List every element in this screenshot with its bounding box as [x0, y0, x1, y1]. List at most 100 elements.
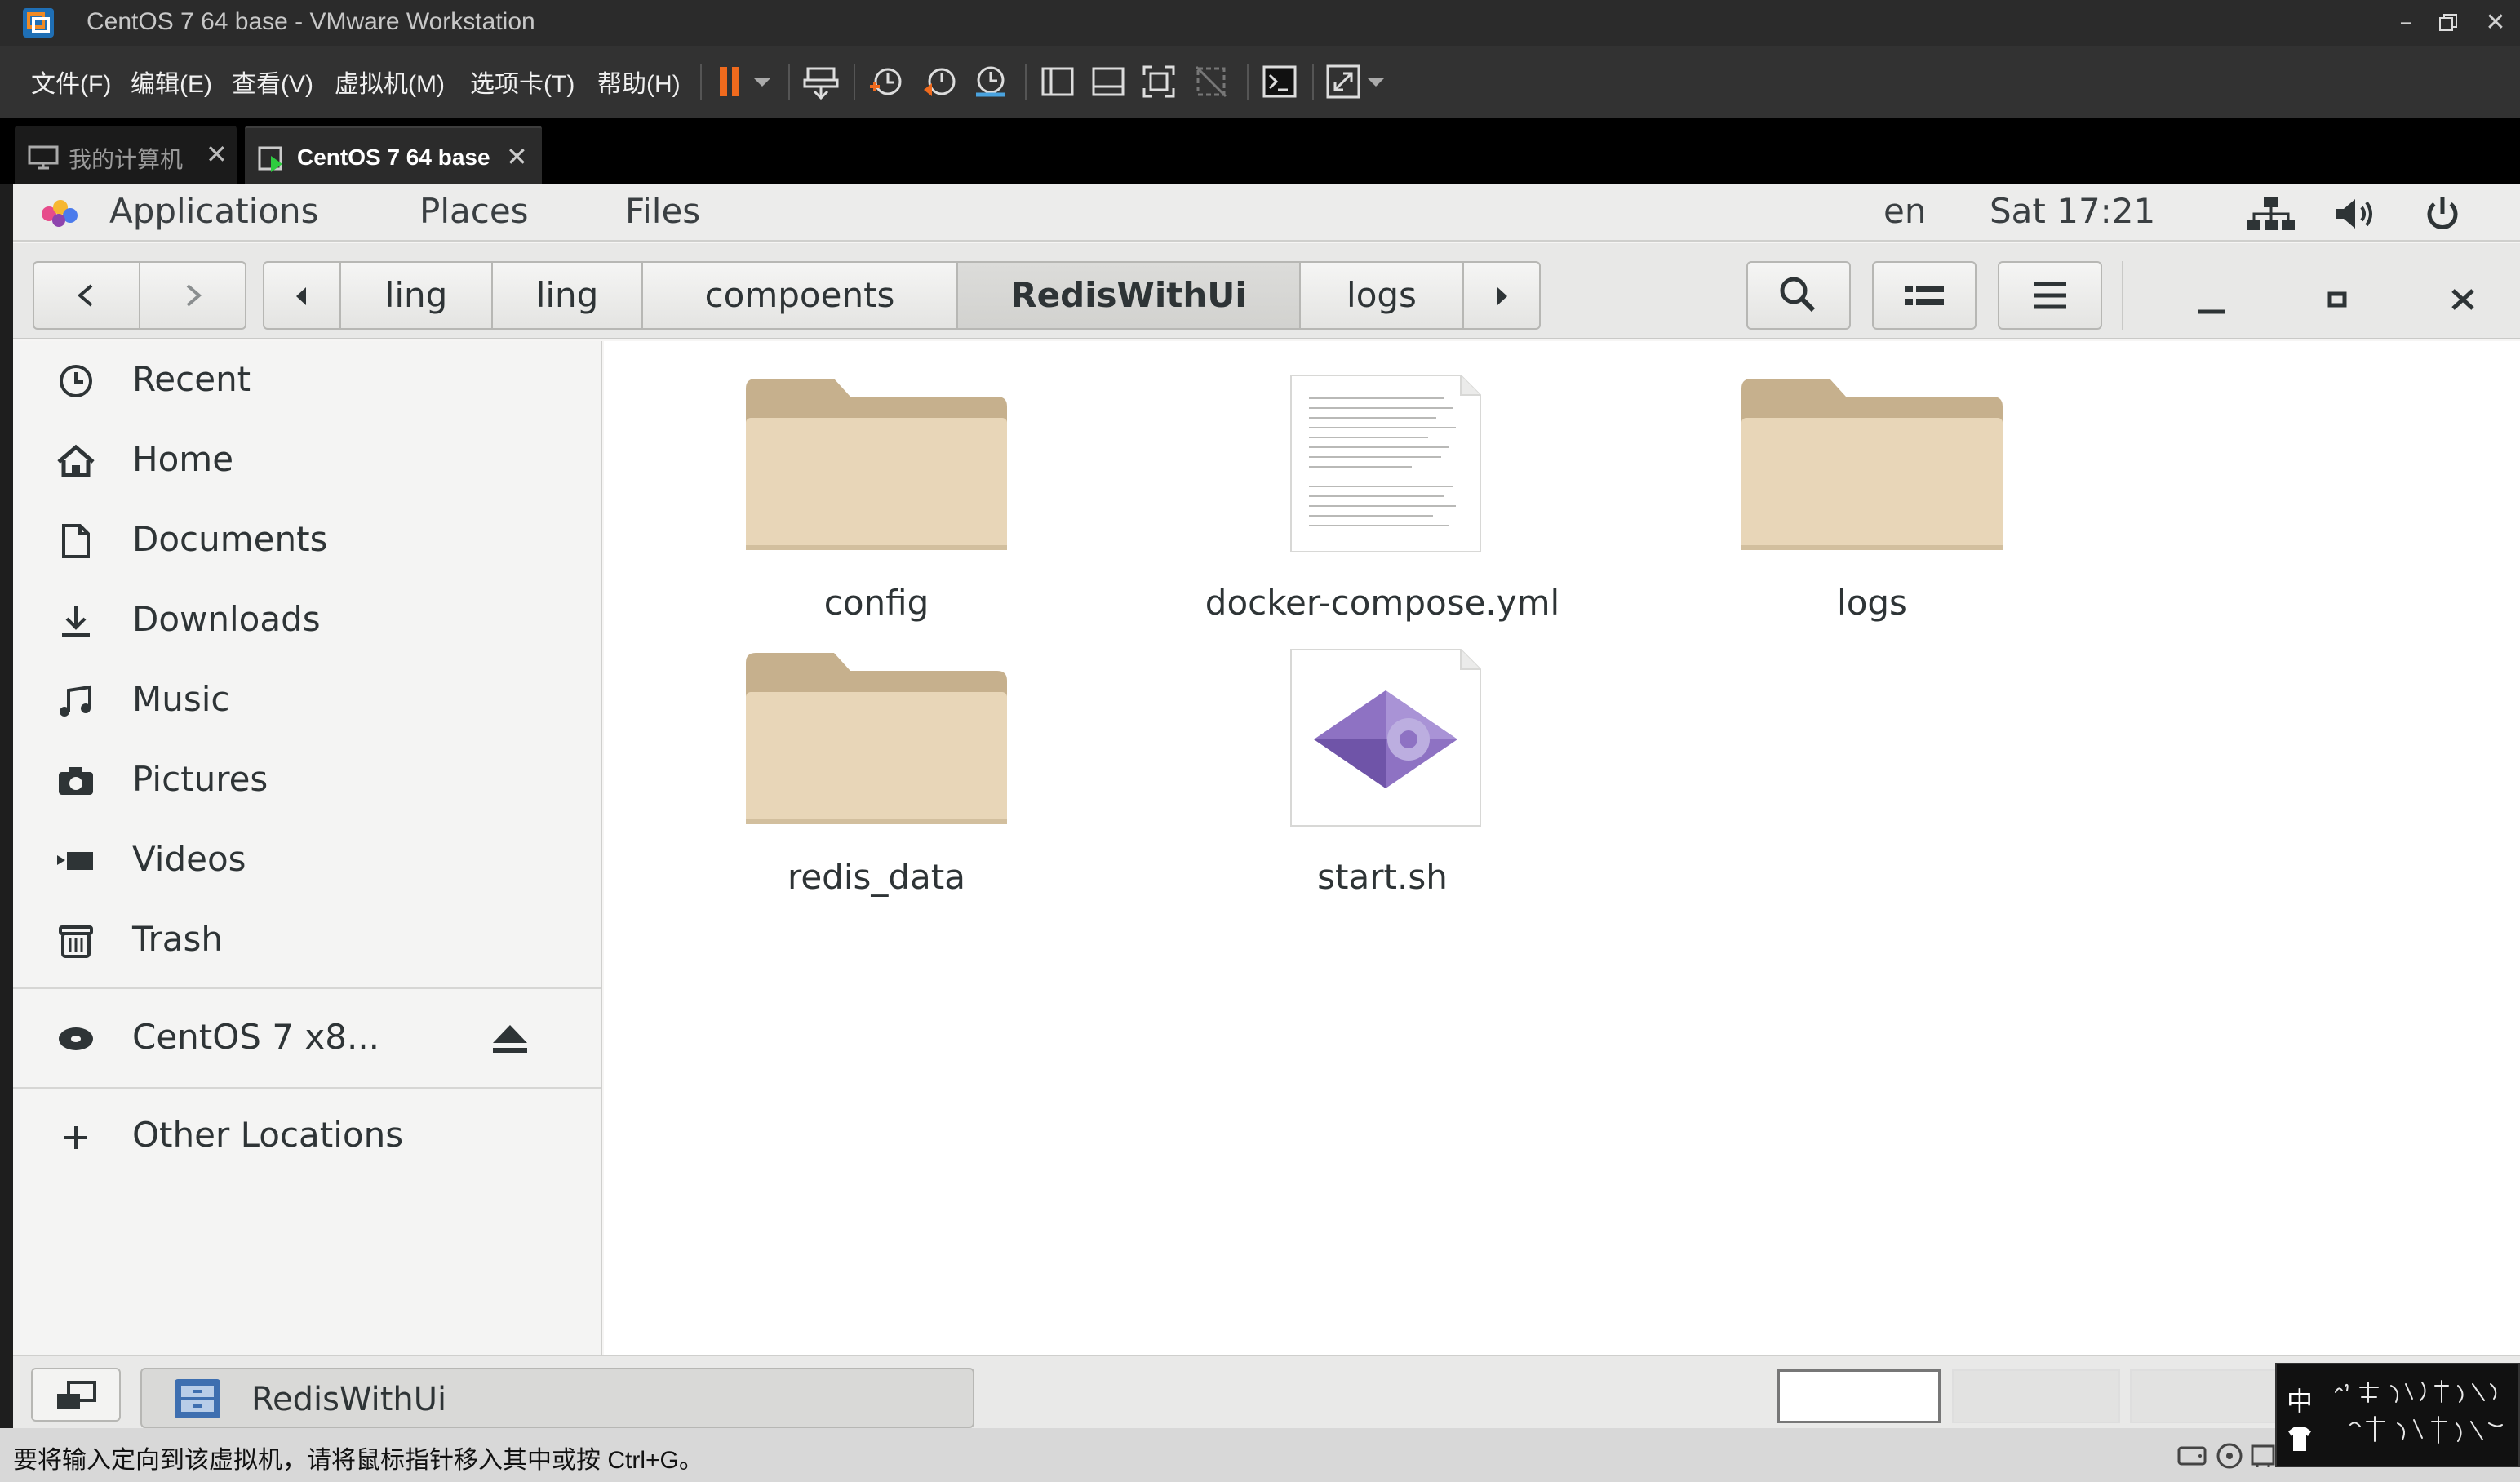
revert-snapshot-icon[interactable]	[921, 62, 960, 101]
eject-icon[interactable]	[490, 1020, 530, 1058]
snapshot-manager-icon[interactable]	[971, 62, 1010, 101]
folder-icon	[1741, 379, 2003, 550]
file-item-redis-data[interactable]: redis_data	[705, 648, 1048, 909]
sidebar-item-other-locations[interactable]: Other Locations	[13, 1097, 601, 1175]
sidebar-item-videos[interactable]: Videos	[13, 821, 601, 899]
files-sidebar: Recent Home Documents Downloads Music Pi…	[13, 341, 602, 1355]
guest-display[interactable]: Applications Places Files en Sat 17:21 l…	[13, 184, 2520, 1428]
applications-menu[interactable]: Applications	[109, 191, 319, 231]
close-tab-icon[interactable]: ✕	[206, 139, 228, 170]
workspace-3[interactable]	[2130, 1369, 2285, 1423]
file-item-logs[interactable]: logs	[1701, 374, 2043, 635]
folder-icon	[746, 379, 1007, 550]
view-toggle-button[interactable]	[1872, 261, 1977, 330]
forward-button[interactable]	[139, 261, 246, 330]
ime-shirt-icon[interactable]	[2285, 1425, 2314, 1453]
power-icon[interactable]	[2422, 194, 2463, 233]
menu-help[interactable]: 帮助(H)	[597, 64, 681, 100]
tab-centos[interactable]: CentOS 7 64 base ✕	[245, 126, 542, 187]
path-segment-ling[interactable]: ling	[339, 261, 493, 330]
sidebar-item-downloads[interactable]: Downloads	[13, 581, 601, 659]
close-window-icon[interactable]: ✕	[2478, 7, 2513, 39]
menu-tabs[interactable]: 选项卡(T)	[470, 64, 575, 100]
file-item-config[interactable]: config	[705, 374, 1048, 635]
ime-status-widget[interactable]: 中	[2275, 1363, 2520, 1467]
chevron-down-icon[interactable]	[751, 62, 774, 101]
volume-icon[interactable]	[2332, 196, 2381, 232]
camera-icon	[59, 767, 93, 795]
gnome-top-bar: Applications Places Files en Sat 17:21	[13, 184, 2520, 242]
tab-my-computer[interactable]: 我的计算机 ✕	[15, 126, 237, 184]
menu-button[interactable]	[1998, 261, 2102, 330]
sidebar-item-label: CentOS 7 x8...	[132, 1017, 380, 1057]
search-icon	[1780, 277, 1816, 313]
menu-view[interactable]: 查看(V)	[232, 64, 313, 100]
menu-file[interactable]: 文件(F)	[31, 64, 111, 100]
sidebar-view-icon[interactable]	[1038, 62, 1077, 101]
sidebar-item-label: Home	[132, 439, 234, 479]
back-button[interactable]	[33, 261, 140, 330]
vmware-title-bar: CentOS 7 64 base - VMware Workstation – …	[0, 0, 2520, 46]
console-icon[interactable]	[1260, 62, 1299, 101]
close-icon[interactable]	[2445, 281, 2481, 317]
network-icon[interactable]	[2246, 196, 2296, 232]
list-view-icon	[1905, 286, 1944, 305]
sidebar-item-music[interactable]: Music	[13, 661, 601, 739]
menu-edit[interactable]: 编辑(E)	[131, 64, 212, 100]
network-adapter-icon[interactable]	[2249, 1441, 2278, 1471]
path-segment-ling-2[interactable]: ling	[491, 261, 643, 330]
sidebar-item-centos-disc[interactable]: CentOS 7 x8...	[13, 999, 601, 1077]
pause-icon[interactable]	[712, 62, 751, 101]
path-scroll-left-button[interactable]	[263, 261, 341, 330]
show-desktop-button[interactable]	[31, 1368, 121, 1422]
toolbar-separator	[1312, 64, 1314, 100]
video-icon	[57, 852, 93, 870]
path-segment-compoents[interactable]: compoents	[641, 261, 958, 330]
path-segment-logs[interactable]: logs	[1299, 261, 1464, 330]
path-segment-rediswithui[interactable]: RedisWithUi	[956, 261, 1301, 330]
vmware-logo-icon	[23, 8, 54, 38]
file-item-start-sh[interactable]: start.sh	[1211, 648, 1554, 909]
toolbar-separator	[854, 64, 855, 100]
minimize-icon[interactable]	[2194, 284, 2229, 320]
clock[interactable]: Sat 17:21	[1990, 191, 2155, 231]
ime-mode[interactable]: 中	[2287, 1381, 2313, 1418]
gnome-foot-icon	[42, 200, 78, 227]
document-icon	[62, 524, 90, 558]
workspace-2[interactable]	[1952, 1369, 2120, 1423]
file-item-docker-compose[interactable]: docker-compose.yml	[1205, 374, 1559, 635]
files-menu[interactable]: Files	[625, 191, 700, 231]
close-tab-icon[interactable]: ✕	[506, 141, 528, 172]
menu-vm[interactable]: 虚拟机(M)	[335, 64, 445, 100]
send-ctrl-alt-del-icon[interactable]	[801, 62, 841, 101]
sidebar-item-home[interactable]: Home	[13, 421, 601, 499]
sidebar-item-pictures[interactable]: Pictures	[13, 741, 601, 819]
sidebar-item-trash[interactable]: Trash	[13, 901, 601, 979]
thumbnail-view-icon[interactable]	[1089, 62, 1128, 101]
unity-mode-icon[interactable]	[1191, 62, 1231, 101]
places-menu[interactable]: Places	[419, 191, 529, 231]
workspace-1[interactable]	[1777, 1369, 1941, 1423]
sidebar-item-label: Pictures	[132, 759, 268, 799]
clock-icon	[60, 365, 92, 397]
folder-icon	[746, 653, 1007, 824]
sidebar-item-recent[interactable]: Recent	[13, 341, 601, 419]
hard-disk-icon[interactable]	[2176, 1441, 2208, 1471]
cd-rom-icon[interactable]	[2213, 1441, 2246, 1471]
chevron-down-icon[interactable]	[1364, 62, 1387, 101]
search-button[interactable]	[1746, 261, 1851, 330]
sidebar-item-documents[interactable]: Documents	[13, 501, 601, 579]
maximize-icon[interactable]	[2319, 281, 2355, 317]
file-view[interactable]: config docker-compose.yml logs redis_dat…	[604, 341, 2520, 1355]
snapshot-icon[interactable]	[867, 62, 906, 101]
minimize-icon[interactable]: –	[2388, 7, 2424, 39]
taskbar-window-rediswithui[interactable]: RedisWithUi	[140, 1368, 974, 1428]
sidebar-item-label: Documents	[132, 519, 328, 559]
fullscreen-icon[interactable]	[1139, 62, 1178, 101]
restore-icon[interactable]	[2430, 7, 2466, 39]
triangle-left-icon	[296, 287, 306, 305]
stretch-icon[interactable]	[1324, 62, 1363, 101]
input-language-indicator[interactable]: en	[1883, 191, 1926, 231]
path-scroll-right-button[interactable]	[1462, 261, 1541, 330]
vmware-menu-bar: 文件(F) 编辑(E) 查看(V) 虚拟机(M) 选项卡(T) 帮助(H)	[0, 46, 2520, 118]
